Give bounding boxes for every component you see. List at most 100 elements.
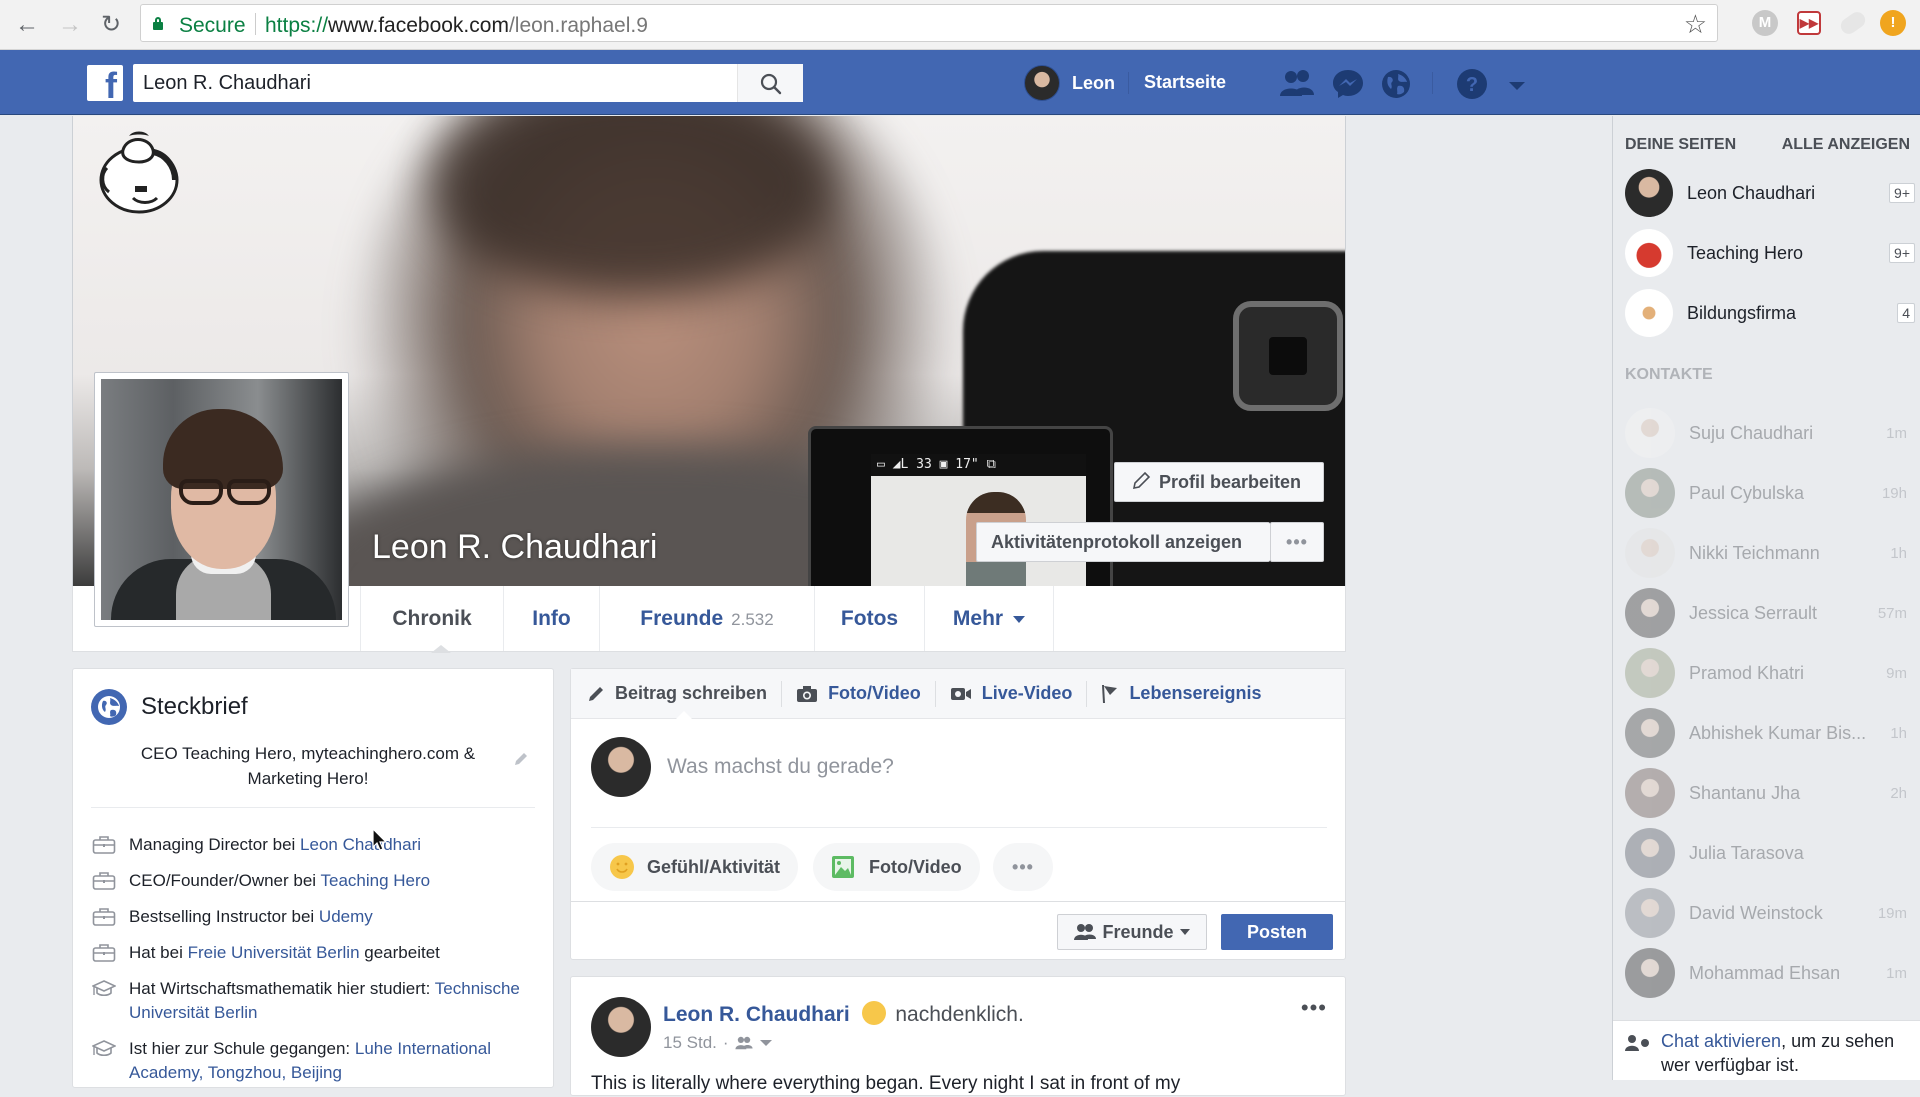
contact-name: Mohammad Ehsan: [1689, 962, 1841, 983]
intro-item-link[interactable]: Freie Universität Berlin: [188, 943, 360, 962]
contact-name: Suju Chaudhari: [1689, 422, 1814, 443]
arrow-left-icon[interactable]: ←: [12, 10, 42, 40]
mouse-cursor-icon: [372, 828, 388, 851]
feeling-activity-button[interactable]: Gefühl/Aktivität: [591, 843, 799, 891]
alert-extension-icon[interactable]: !: [1880, 10, 1906, 36]
tab-label: Chronik: [392, 607, 472, 630]
friend-requests-icon[interactable]: [1280, 68, 1314, 98]
last-active-time: 19h: [1881, 484, 1907, 502]
sidebar-page-item[interactable]: Bildungsfirma 4: [1625, 288, 1915, 338]
post-author[interactable]: Leon R. Chaudhari: [663, 1003, 850, 1026]
post-options-button[interactable]: •••: [1301, 995, 1327, 1021]
composer-tab-photo-video[interactable]: Foto/Video: [782, 680, 936, 707]
avatar: [1024, 65, 1060, 101]
chat-enable-footer: Chat aktivieren, um zu sehen wer verfügb…: [1613, 1020, 1920, 1080]
status-input[interactable]: [667, 749, 1307, 785]
more-options-button[interactable]: •••: [993, 843, 1053, 891]
contact-item[interactable]: Shantanu Jha 2h: [1625, 768, 1915, 818]
intro-item-suffix: gearbeitet: [359, 943, 440, 962]
intro-title: Steckbrief: [141, 693, 248, 720]
url-text[interactable]: https://www.facebook.com/leon.raphael.9: [265, 14, 648, 38]
intro-item-text: Hat bei Freie Universität Berlin gearbei…: [129, 941, 440, 965]
arrow-right-icon[interactable]: →: [55, 10, 85, 40]
sidebar-page-item[interactable]: Teaching Hero 9+: [1625, 228, 1915, 278]
contact-avatar: [1625, 408, 1675, 458]
camera-icon: [796, 685, 818, 703]
contact-item[interactable]: Julia Tarasova: [1625, 828, 1915, 878]
last-active-time: 1m: [1886, 964, 1907, 982]
gmail-extension-icon[interactable]: M: [1752, 10, 1778, 36]
contact-item[interactable]: David Weinstock 19m: [1625, 888, 1915, 938]
tab-fotos[interactable]: Fotos: [814, 586, 924, 651]
lock-icon: [153, 17, 163, 30]
facebook-header: f Leon Startseite ?: [0, 50, 1920, 115]
ghost-extension-icon[interactable]: [1837, 8, 1869, 38]
contact-name: Shantanu Jha: [1689, 782, 1801, 803]
briefcase-icon: [91, 833, 117, 857]
reload-icon[interactable]: ↻: [96, 10, 126, 40]
contact-item[interactable]: Mohammad Ehsan 1m: [1625, 948, 1915, 998]
notifications-globe-icon[interactable]: [1380, 68, 1412, 98]
audience-selector[interactable]: Freunde: [1057, 914, 1207, 950]
address-bar[interactable]: Secure https://www.facebook.com/leon.rap…: [140, 4, 1718, 42]
intro-details-list: Managing Director bei Leon Chaudhari CEO/…: [91, 833, 541, 1097]
chevron-down-icon[interactable]: [759, 1038, 773, 1048]
last-active-time: 19m: [1877, 904, 1907, 922]
contact-name: David Weinstock: [1689, 902, 1823, 923]
facebook-logo-icon[interactable]: f: [87, 65, 123, 106]
see-all-link[interactable]: ALLE ANZEIGEN: [1782, 136, 1910, 154]
search-button[interactable]: [737, 64, 803, 102]
edit-profile-button[interactable]: Profil bearbeiten: [1114, 462, 1324, 502]
more-options-button[interactable]: •••: [1270, 522, 1324, 562]
divider: [91, 807, 535, 808]
last-active-time: 1h: [1890, 724, 1907, 742]
graduation-cap-icon: [91, 977, 117, 1001]
composer-tab-live-video[interactable]: Live-Video: [936, 680, 1088, 707]
help-icon[interactable]: ?: [1456, 68, 1488, 99]
intro-item-link[interactable]: Leon Chaudhari: [300, 835, 421, 854]
tab-freunde[interactable]: Freunde 2.532: [599, 586, 814, 651]
bookmark-star-icon[interactable]: ☆: [1684, 9, 1707, 40]
last-active-time: 2h: [1890, 784, 1907, 802]
tab-chronik[interactable]: Chronik: [360, 586, 503, 651]
contact-item[interactable]: Suju Chaudhari 1m: [1625, 408, 1915, 458]
last-active-time: 9m: [1886, 664, 1907, 682]
tab-mehr[interactable]: Mehr: [924, 586, 1054, 651]
tab-info[interactable]: Info: [503, 586, 599, 651]
profile-link[interactable]: Leon: [1024, 65, 1115, 101]
intro-item-link[interactable]: Udemy: [319, 907, 373, 926]
contact-item[interactable]: Nikki Teichmann 1h: [1625, 528, 1915, 578]
account-menu-caret-icon[interactable]: [1508, 78, 1540, 108]
post-button[interactable]: Posten: [1221, 914, 1333, 950]
activity-log-button[interactable]: Aktivitätenprotokoll anzeigen: [976, 522, 1270, 562]
intro-item: Ist hier zur Schule gegangen: Luhe Inter…: [91, 1037, 541, 1085]
image-icon: [832, 856, 854, 878]
post-timestamp[interactable]: 15 Std.: [663, 1033, 717, 1053]
intro-item: Hat bei Freie Universität Berlin gearbei…: [91, 941, 541, 965]
contact-name: Jessica Serrault: [1689, 602, 1818, 623]
contact-item[interactable]: Jessica Serrault 57m: [1625, 588, 1915, 638]
intro-item-link[interactable]: Teaching Hero: [321, 871, 431, 890]
contact-item[interactable]: Abhishek Kumar Bis... 1h: [1625, 708, 1915, 758]
contact-name: Julia Tarasova: [1689, 842, 1804, 863]
tab-label: Lebensereignis: [1129, 683, 1262, 703]
composer-tab-life-event[interactable]: Lebensereignis: [1087, 681, 1275, 707]
search-input[interactable]: [133, 64, 733, 102]
sidebar-page-item[interactable]: Leon Chaudhari 9+: [1625, 168, 1915, 218]
contact-avatar: [1625, 528, 1675, 578]
contact-name: Paul Cybulska: [1689, 482, 1805, 503]
messenger-icon[interactable]: [1332, 68, 1364, 98]
contact-item[interactable]: Paul Cybulska 19h: [1625, 468, 1915, 518]
chat-enable-link[interactable]: Chat aktivieren: [1661, 1031, 1781, 1051]
photo-video-button[interactable]: Foto/Video: [813, 843, 980, 891]
camera-lcd: ▭ ◢L 33 ▣ 17" ⧉: [871, 454, 1086, 586]
pencil-icon[interactable]: [513, 751, 529, 772]
avatar[interactable]: [591, 997, 651, 1057]
profile-picture[interactable]: [94, 372, 349, 627]
composer-tab-write-post[interactable]: Beitrag schreiben: [587, 680, 783, 707]
smiley-icon: [610, 855, 634, 879]
home-link[interactable]: Startseite: [1144, 72, 1226, 93]
video-speed-extension-icon[interactable]: ▶▶: [1797, 11, 1821, 35]
tab-label: Beitrag schreiben: [615, 683, 768, 703]
contact-item[interactable]: Pramod Khatri 9m: [1625, 648, 1915, 698]
